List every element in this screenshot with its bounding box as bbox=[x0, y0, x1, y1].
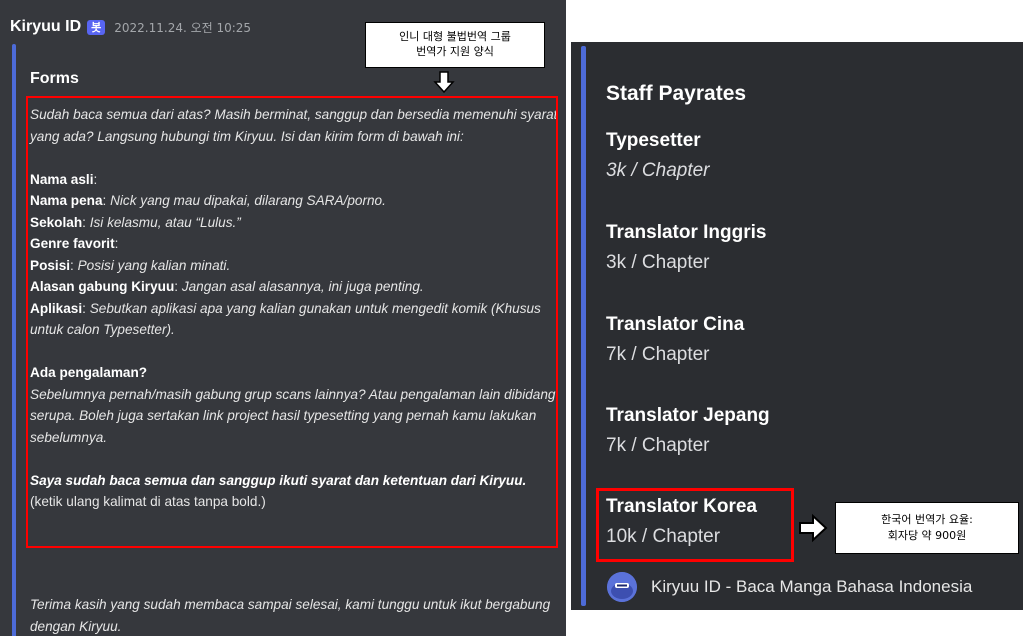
left-discord-message: Kiryuu ID 봇 2022.11.24. 오전 10:25 Forms S… bbox=[0, 0, 566, 636]
message-timestamp: 2022.11.24. 오전 10:25 bbox=[114, 20, 252, 35]
role-translator-inggris: Translator Inggris bbox=[606, 222, 767, 243]
rate-translator-cina: 7k / Chapter bbox=[606, 344, 710, 365]
footer-avatar bbox=[607, 572, 637, 602]
role-typesetter: Typesetter bbox=[606, 130, 701, 151]
highlight-box-korea bbox=[596, 488, 794, 562]
role-translator-cina: Translator Cina bbox=[606, 314, 745, 335]
message-header: Kiryuu ID 봇 2022.11.24. 오전 10:25 bbox=[10, 16, 251, 38]
payrates-title: Staff Payrates bbox=[606, 82, 747, 105]
rate-typesetter: 3k / Chapter bbox=[606, 160, 710, 181]
kiryuu-logo-icon bbox=[607, 572, 637, 602]
right-arrow-icon bbox=[799, 513, 828, 543]
closing-text: Terima kasih yang sudah membaca sampai s… bbox=[30, 597, 551, 634]
callout-line: 회자당 약 900원 bbox=[887, 529, 967, 542]
callout-line: 한국어 번역가 요율: bbox=[881, 513, 973, 526]
bot-badge: 봇 bbox=[87, 19, 106, 35]
role-translator-jepang: Translator Jepang bbox=[606, 405, 770, 426]
down-arrow-icon bbox=[433, 71, 455, 94]
embed-accent-bar bbox=[581, 46, 586, 606]
footer-text: Kiryuu ID - Baca Manga Bahasa Indonesia bbox=[651, 577, 973, 596]
rate-translator-inggris: 3k / Chapter bbox=[606, 252, 710, 273]
annotation-callout-rate: 한국어 번역가 요율: 회자당 약 900원 bbox=[835, 502, 1019, 554]
highlight-box-form bbox=[26, 96, 558, 548]
embed-accent-bar bbox=[12, 44, 16, 636]
embed-footer: Kiryuu ID - Baca Manga Bahasa Indonesia bbox=[607, 572, 972, 602]
annotation-callout-form: 인니 대형 불법번역 그룹 번역가 지원 양식 bbox=[365, 22, 545, 68]
callout-line: 인니 대형 불법번역 그룹 bbox=[399, 30, 511, 43]
rate-translator-jepang: 7k / Chapter bbox=[606, 435, 710, 456]
callout-line: 번역가 지원 양식 bbox=[416, 45, 494, 58]
author-name[interactable]: Kiryuu ID bbox=[10, 18, 81, 36]
embed-title: Forms bbox=[30, 70, 79, 87]
